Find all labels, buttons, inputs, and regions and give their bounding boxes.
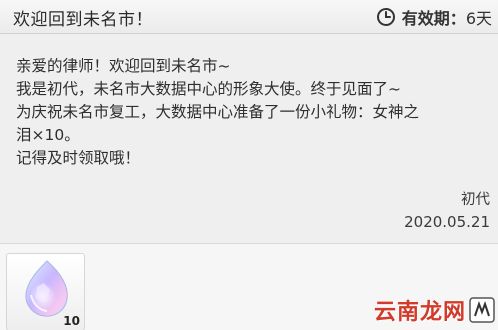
- watermark: 云南龙网: [374, 294, 495, 326]
- mail-body[interactable]: 亲爱的律师！欢迎回到未名市~ 我是初代，未名市大数据中心的形象大使。终于见面了~…: [0, 35, 498, 180]
- expiry-value: 6天: [465, 9, 492, 28]
- body-line: 我是初代，未名市大数据中心的形象大使。终于见面了~: [16, 80, 401, 98]
- clock-icon: [376, 8, 395, 26]
- mail-signature: 初代 2020.05.21: [404, 189, 490, 233]
- sender-name: 初代: [461, 192, 490, 208]
- mail-title: 欢迎回到未名市！: [13, 10, 153, 30]
- mail-window: 欢迎回到未名市！ 有效期： 6天 亲爱的律师！欢迎回到未名市~ 我是初代，未名市…: [0, 0, 498, 330]
- mail-header: 欢迎回到未名市！ 有效期： 6天: [0, 0, 498, 34]
- body-line: 为庆祝未名市复工，大数据中心准备了一份小礼物：女神之: [16, 103, 420, 121]
- mail-date: 2020.05.21: [404, 213, 490, 231]
- tear-crystal-icon: [25, 260, 68, 317]
- body-line: 泪×10。: [16, 126, 80, 144]
- attachment-count: 10: [63, 314, 80, 328]
- expiry-indicator: 有效期： 6天: [376, 5, 492, 29]
- body-line: 记得及时领取哦！: [16, 149, 141, 167]
- expiry-label: 有效期：: [401, 9, 466, 28]
- attachment-item[interactable]: 10: [6, 253, 85, 330]
- body-line: 亲爱的律师！欢迎回到未名市~: [16, 57, 231, 75]
- watermark-logo-icon: [469, 297, 495, 323]
- watermark-text: 云南龙网: [373, 299, 466, 325]
